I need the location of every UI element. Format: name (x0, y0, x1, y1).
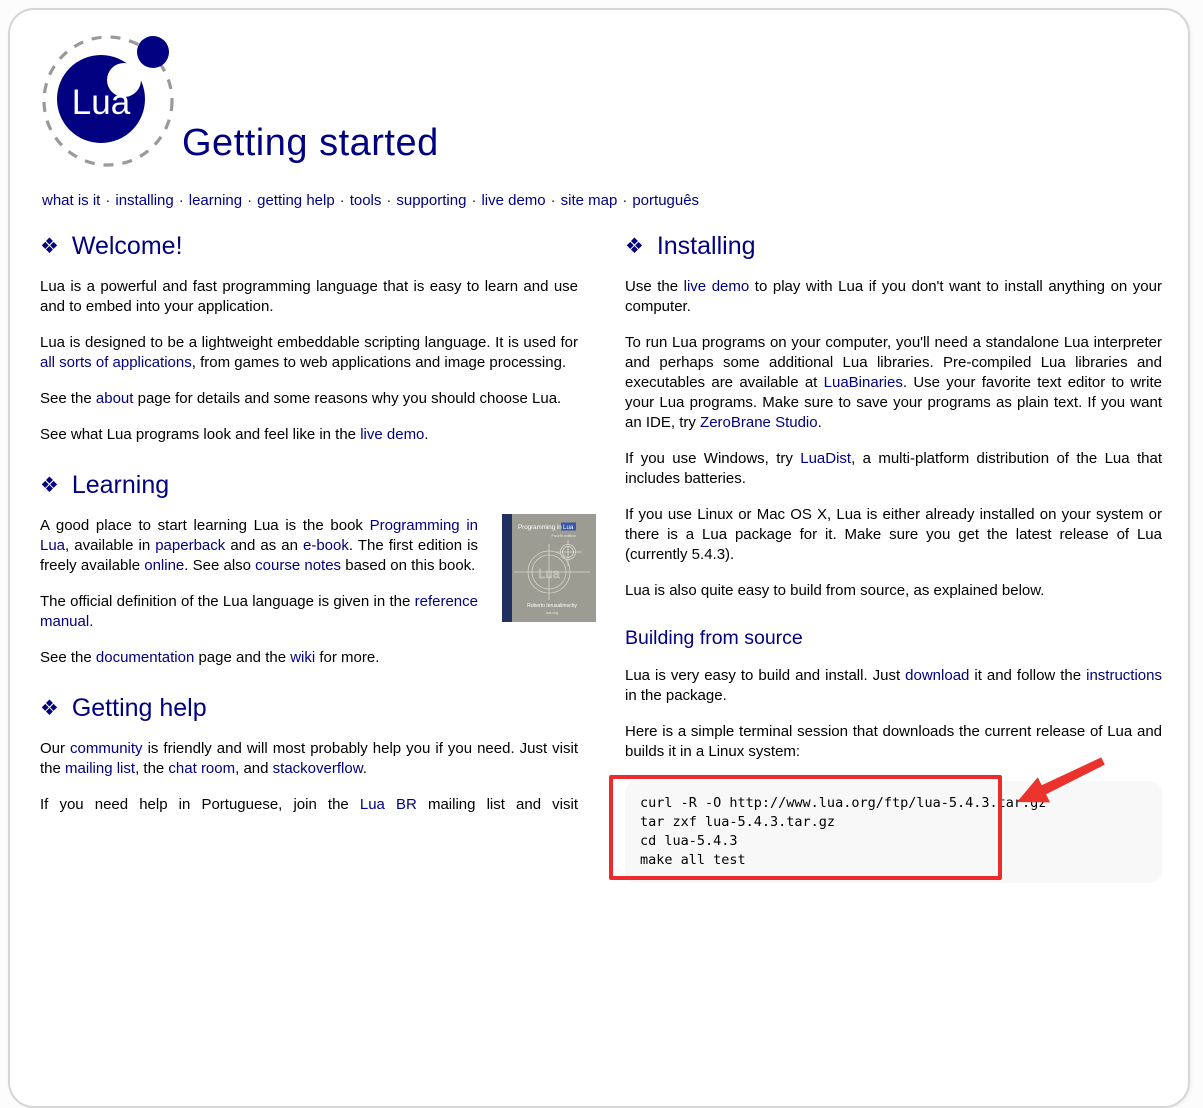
book-edition: Fourth edition (552, 533, 576, 538)
lua-logo[interactable]: Lua (38, 26, 188, 176)
right-column: ❖ Installing Use the live demo to play wi… (625, 226, 1162, 883)
terminal-session-block: curl -R -O http://www.lua.org/ftp/lua-5.… (625, 781, 1162, 883)
paragraph: Lua is a powerful and fast programming l… (40, 277, 578, 317)
paragraph: Lua is designed to be a lightweight embe… (40, 333, 578, 373)
nav-separator: · (242, 192, 257, 209)
inline-link[interactable]: stackoverflow (273, 760, 363, 777)
inline-link[interactable]: live demo (684, 278, 750, 295)
paragraph: See the about page for details and some … (40, 389, 578, 409)
inline-link[interactable]: mailing list (65, 760, 135, 777)
paragraph: If you use Windows, try LuaDist, a multi… (625, 449, 1162, 489)
nav-link-tools[interactable]: tools (350, 192, 382, 209)
inline-link[interactable]: Programming in Lua (40, 517, 478, 554)
book-cover-programming-in-lua[interactable]: Programming in Lua Fourth edition Lua (502, 514, 596, 622)
heading-text: Welcome! (72, 232, 183, 260)
svg-text:Lua: Lua (538, 566, 560, 581)
nav-separator: · (381, 192, 396, 209)
nav-separator: · (100, 192, 115, 209)
page-title: Getting started (182, 122, 439, 165)
heading-text: Installing (657, 232, 756, 260)
diamond-icon: ❖ (40, 235, 59, 258)
inline-link[interactable]: instructions (1086, 667, 1162, 684)
inline-link[interactable]: course notes (255, 557, 341, 574)
nav-separator: · (546, 192, 561, 209)
inline-link[interactable]: LuaDist (800, 450, 851, 467)
paragraph: Here is a simple terminal session that d… (625, 722, 1162, 762)
terminal-code: curl -R -O http://www.lua.org/ftp/lua-5.… (625, 781, 1162, 883)
inline-link[interactable]: wiki (290, 649, 315, 666)
nav-separator: · (617, 192, 632, 209)
inline-link[interactable]: download (905, 667, 969, 684)
page-container: Lua Getting started what is it·installin… (8, 8, 1190, 1108)
paragraph: To run Lua programs on your computer, yo… (625, 333, 1162, 433)
two-column-content: ❖ Welcome! Lua is a powerful and fast pro… (40, 226, 1162, 883)
paragraph: If you use Linux or Mac OS X, Lua is eit… (625, 505, 1162, 565)
nav-link-português[interactable]: português (632, 192, 699, 209)
paragraph: A good place to start learning Lua is th… (40, 516, 578, 576)
nav-link-getting-help[interactable]: getting help (257, 192, 335, 209)
heading-text: Learning (72, 471, 169, 499)
book-spine (502, 514, 512, 622)
inline-link[interactable]: e-book (303, 537, 349, 554)
paragraph: Lua is very easy to build and install. J… (625, 666, 1162, 706)
paragraph: Lua is also quite easy to build from sou… (625, 581, 1162, 601)
inline-link[interactable]: ZeroBrane Studio (700, 414, 818, 431)
left-column: ❖ Welcome! Lua is a powerful and fast pro… (40, 226, 578, 831)
inline-link[interactable]: all sorts of applications (40, 354, 192, 371)
paragraph: If you need help in Portuguese, join the… (40, 795, 578, 815)
nav-link-site-map[interactable]: site map (561, 192, 618, 209)
book-title-prefix: Programming in (518, 524, 562, 531)
book-title-word: Lua (563, 524, 574, 531)
nav-link-learning[interactable]: learning (189, 192, 242, 209)
inline-link[interactable]: chat room (168, 760, 235, 777)
nav-link-installing[interactable]: installing (115, 192, 173, 209)
nav-separator: · (335, 192, 350, 209)
inline-link[interactable]: paperback (155, 537, 225, 554)
inline-link[interactable]: reference manual (40, 593, 478, 630)
book-author: Roberto Ierusalimschy (527, 603, 577, 609)
diamond-icon: ❖ (40, 474, 59, 497)
nav-separator: · (466, 192, 481, 209)
diamond-icon: ❖ (625, 235, 644, 258)
inline-link[interactable]: LuaBinaries (824, 374, 903, 391)
paragraph: Use the live demo to play with Lua if yo… (625, 277, 1162, 317)
inline-link[interactable]: online (144, 557, 184, 574)
heading-text: Getting help (72, 694, 207, 722)
section-heading-getting-help: ❖ Getting help (40, 694, 578, 723)
inline-link[interactable]: about (96, 390, 134, 407)
paragraph: The official definition of the Lua langu… (40, 592, 578, 632)
nav-link-live-demo[interactable]: live demo (481, 192, 545, 209)
section-heading-welcome: ❖ Welcome! (40, 232, 578, 261)
section-heading-installing: ❖ Installing (625, 232, 1162, 261)
paragraph: Our community is friendly and will most … (40, 739, 578, 779)
diamond-icon: ❖ (40, 697, 59, 720)
paragraph: See the documentation page and the wiki … (40, 648, 578, 668)
inline-link[interactable]: live demo (360, 426, 424, 443)
book-publisher: lua.org (546, 610, 558, 615)
inline-link[interactable]: community (70, 740, 143, 757)
nav-separator: · (174, 192, 189, 209)
inline-link[interactable]: documentation (96, 649, 194, 666)
inline-link[interactable]: Lua BR (360, 796, 417, 813)
top-navigation: what is it·installing·learning·getting h… (42, 192, 699, 209)
paragraph: See what Lua programs look and feel like… (40, 425, 578, 445)
section-heading-learning: ❖ Learning (40, 471, 578, 500)
nav-link-what-is-it[interactable]: what is it (42, 192, 100, 209)
logo-moon-circle (137, 36, 169, 68)
subheading-building-from-source: Building from source (625, 627, 1162, 650)
nav-link-supporting[interactable]: supporting (396, 192, 466, 209)
logo-text: Lua (72, 83, 131, 122)
